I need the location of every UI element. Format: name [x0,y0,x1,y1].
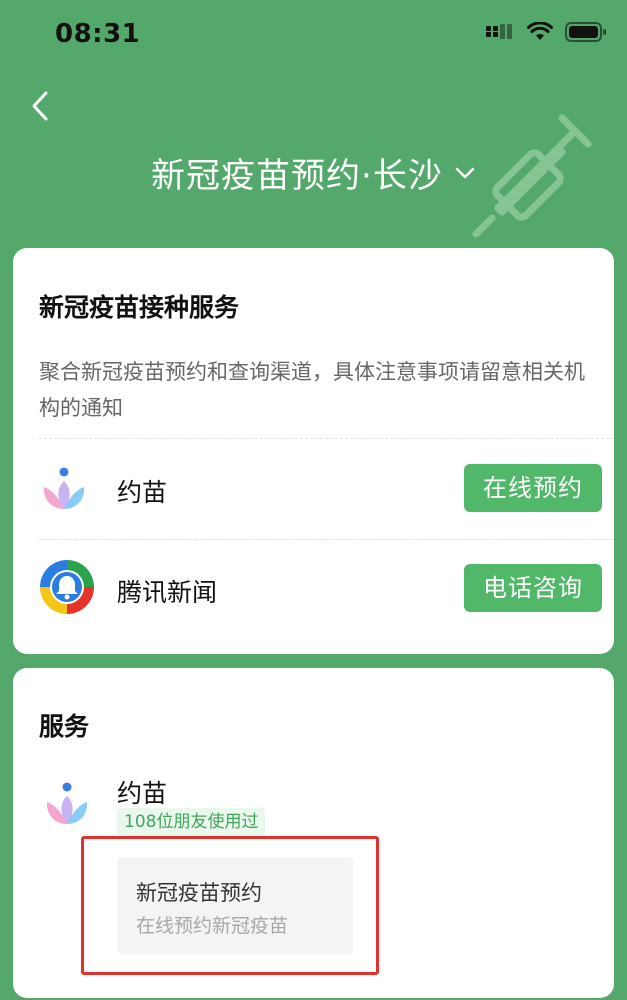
online-booking-button[interactable]: 在线预约 [464,464,602,512]
card-title: 新冠疫苗接种服务 [39,293,240,322]
service-row-tencent-news: 腾讯新闻 电话咨询 [13,543,614,633]
friends-used-badge: 108位朋友使用过 [117,808,266,836]
card-description: 聚合新冠疫苗预约和查询渠道，具体注意事项请留意相关机构的通知 [39,360,585,420]
divider [39,438,614,439]
back-arrow-icon[interactable] [22,86,62,126]
phone-consult-button[interactable]: 电话咨询 [464,564,602,612]
services-title: 服务 [39,712,90,741]
status-bar: 08:31 [0,0,627,70]
wifi-icon [527,22,553,40]
yuemiao-lotus-icon [43,467,85,509]
status-icons [485,22,607,42]
chevron-down-icon [455,167,475,178]
signal-icon [486,24,512,39]
city-selector[interactable]: 新冠疫苗预约·长沙 [0,148,627,197]
app-name[interactable]: 约苗 [117,774,167,810]
divider [39,539,614,540]
tencent-news-icon [40,560,94,614]
service-row-yuemiao: 约苗 在线预约 [13,443,614,533]
status-time: 08:31 [55,19,141,49]
service-name: 腾讯新闻 [117,578,218,607]
service-name: 约苗 [117,478,168,507]
page-title: 新冠疫苗预约·长沙 [151,156,443,196]
battery-icon [565,22,606,42]
highlight-box [81,836,379,975]
yuemiao-lotus-icon[interactable] [40,780,94,828]
